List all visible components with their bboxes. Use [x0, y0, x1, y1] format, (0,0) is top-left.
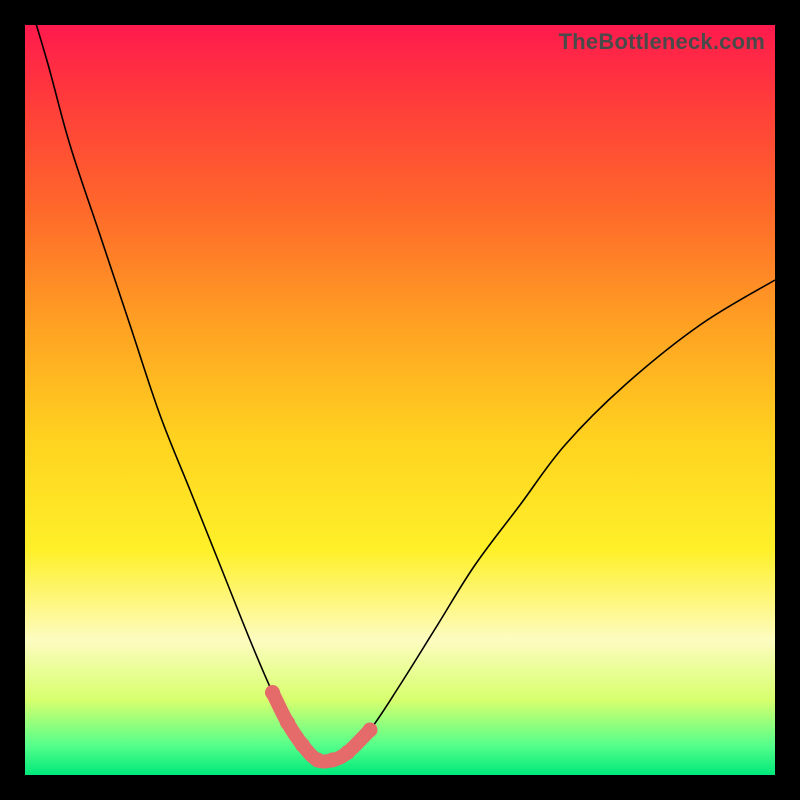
- optimal-range-dot: [280, 715, 295, 730]
- optimal-range-dot: [265, 685, 280, 700]
- optimal-range-dot: [363, 723, 378, 738]
- optimal-range-dot: [340, 745, 355, 760]
- chart-plot-area: TheBottleneck.com: [25, 25, 775, 775]
- optimal-range-dot: [295, 738, 310, 753]
- chart-frame: TheBottleneck.com: [0, 0, 800, 800]
- optimal-range-dot: [325, 753, 340, 768]
- optimal-range-dot: [310, 753, 325, 768]
- bottleneck-curve: [25, 25, 775, 762]
- chart-svg: [25, 25, 775, 775]
